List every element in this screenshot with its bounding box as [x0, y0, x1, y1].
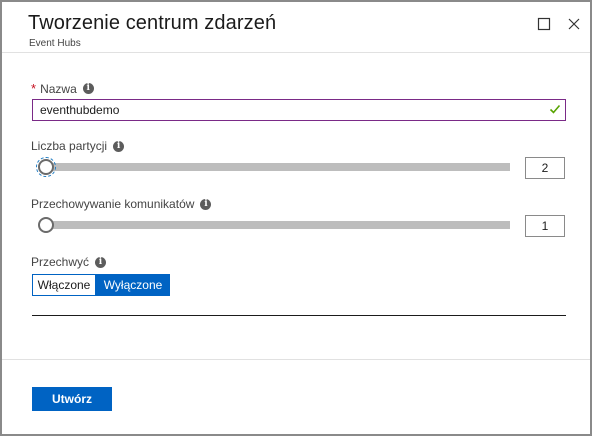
info-icon[interactable]: i — [82, 83, 94, 94]
info-icon[interactable]: i — [200, 198, 212, 210]
retention-label-text: Przechowywanie komunikatów — [31, 197, 195, 211]
capture-off-option[interactable]: Wyłączone — [96, 274, 170, 296]
name-label: * Nazwa i — [31, 81, 94, 96]
page-subtitle: Event Hubs — [29, 38, 81, 49]
maximize-button[interactable] — [534, 14, 554, 34]
partitions-slider-thumb[interactable] — [36, 157, 56, 177]
capture-label: Przechwyć i — [31, 255, 107, 269]
blade-header: Tworzenie centrum zdarzeń Event Hubs — [2, 2, 590, 53]
blade-window: Tworzenie centrum zdarzeń Event Hubs * Na… — [0, 0, 592, 436]
info-icon[interactable]: i — [95, 256, 107, 268]
info-icon[interactable]: i — [113, 140, 125, 152]
partitions-slider-track[interactable] — [42, 163, 510, 171]
retention-slider-track[interactable] — [42, 221, 510, 229]
partitions-value[interactable]: 2 — [525, 157, 565, 179]
partitions-label-text: Liczba partycji — [31, 139, 108, 153]
close-icon — [568, 18, 580, 30]
divider — [32, 315, 566, 316]
page-title: Tworzenie centrum zdarzeń — [28, 12, 277, 34]
checkmark-icon — [549, 104, 561, 114]
name-label-text: Nazwa — [40, 82, 77, 96]
create-button[interactable]: Utwórz — [32, 387, 112, 411]
retention-value[interactable]: 1 — [525, 215, 565, 237]
retention-label: Przechowywanie komunikatów i — [31, 197, 212, 211]
retention-slider-thumb[interactable] — [38, 217, 54, 233]
footer-divider — [2, 359, 590, 360]
required-mark: * — [31, 81, 37, 96]
name-field — [32, 99, 566, 121]
close-button[interactable] — [564, 14, 584, 34]
capture-toggle: Włączone Wyłączone — [32, 274, 170, 296]
capture-on-option[interactable]: Włączone — [32, 274, 96, 296]
capture-label-text: Przechwyć — [31, 255, 90, 269]
partitions-label: Liczba partycji i — [31, 139, 125, 153]
name-input[interactable] — [33, 100, 533, 120]
maximize-icon — [537, 17, 551, 31]
